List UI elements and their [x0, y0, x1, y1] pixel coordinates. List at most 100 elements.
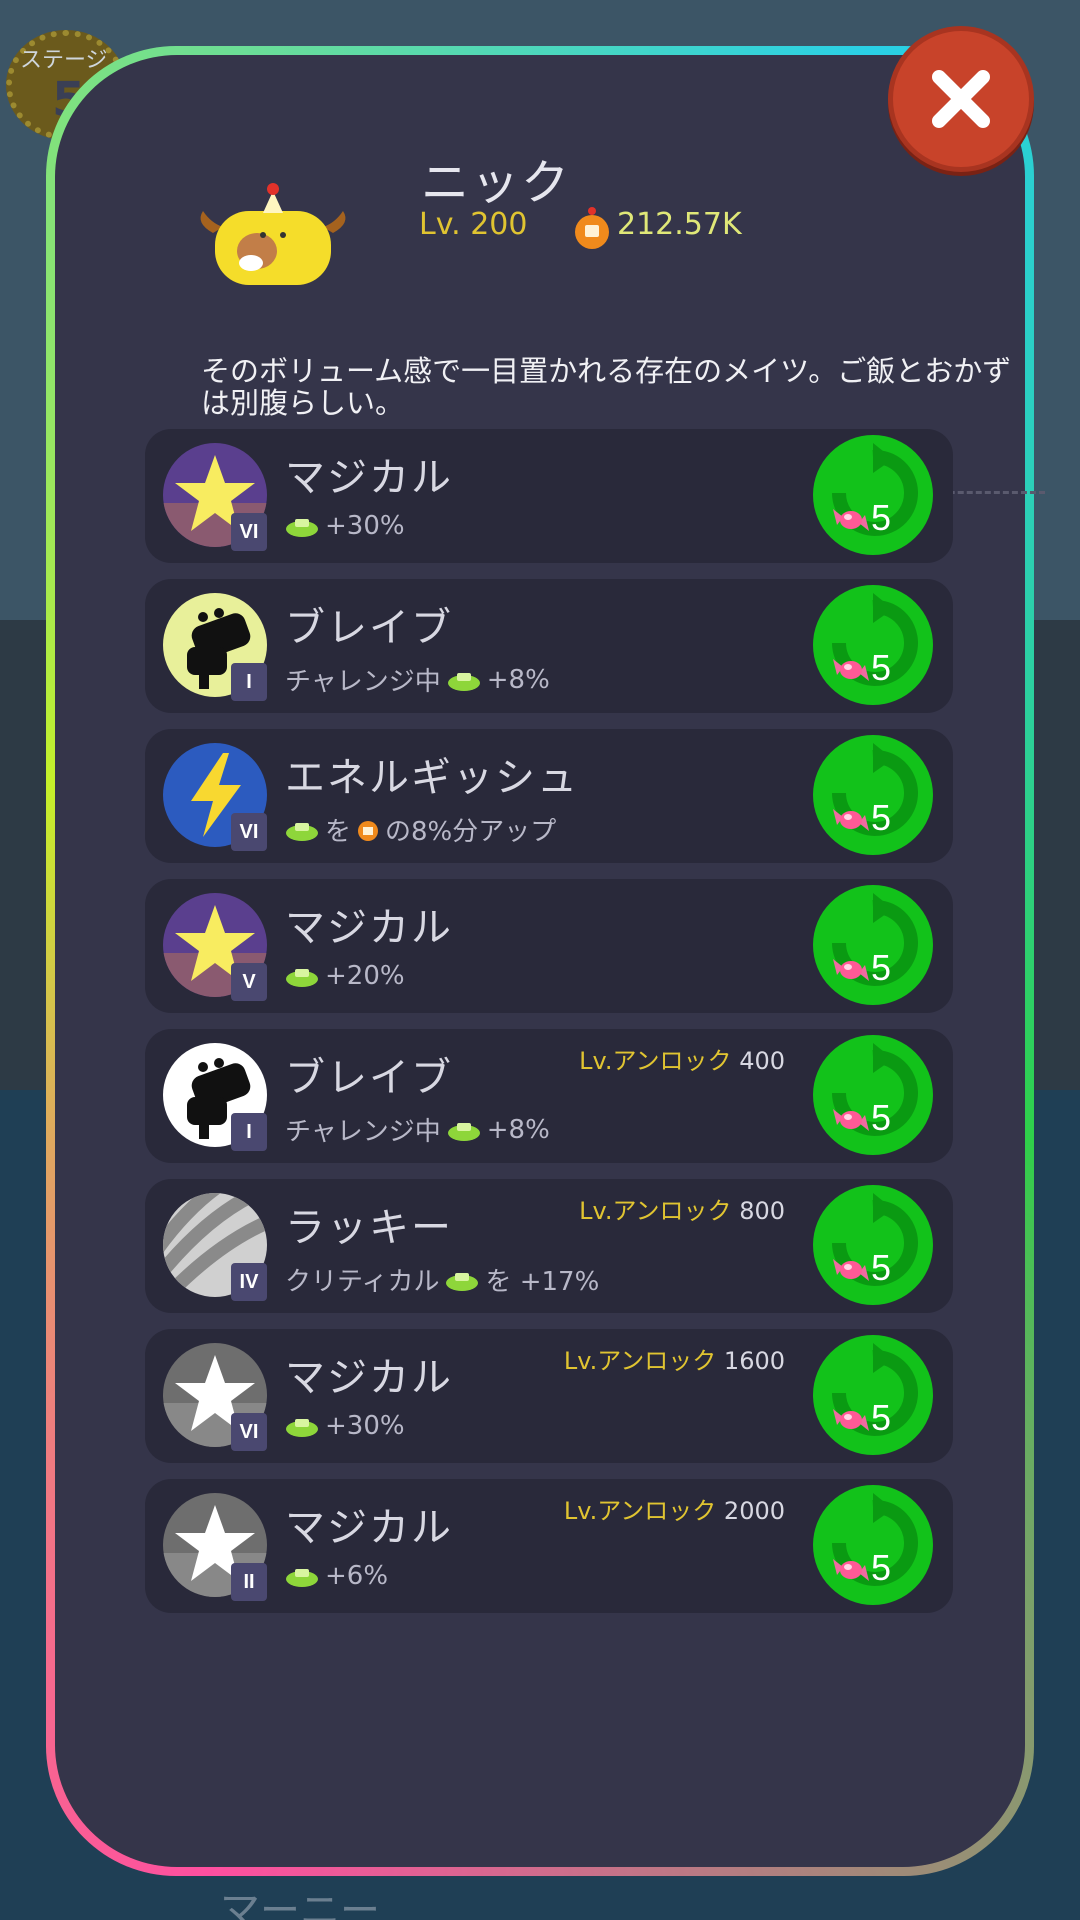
candy-icon — [833, 509, 869, 531]
reroll-cost: 5 — [871, 1097, 892, 1138]
power-icon — [286, 519, 318, 537]
background-bottom-label: マーニー — [220, 1888, 380, 1920]
effect-value: の8%分アップ — [385, 817, 557, 847]
skill-effect: +30% — [285, 511, 405, 541]
reroll-button[interactable]: 5 — [813, 1485, 933, 1605]
skill-rank: I — [231, 663, 267, 701]
skill-effect: を の8%分アップ — [285, 811, 556, 848]
candy-icon — [833, 1409, 869, 1431]
skill-rank: IV — [231, 1263, 267, 1301]
reroll-cost: 5 — [871, 1247, 892, 1288]
effect-prefix: チャレンジ中 — [285, 1117, 441, 1147]
unlock-label: Lv.アンロック — [563, 1347, 717, 1375]
power-icon — [286, 822, 318, 841]
skill-name: ラッキー — [285, 1205, 453, 1251]
reroll-cost: 5 — [871, 797, 892, 838]
power-icon — [446, 1272, 479, 1291]
unlock-label: Lv.アンロック — [579, 1047, 732, 1075]
effect-prefix: チャレンジ中 — [285, 667, 441, 697]
skill-name: マジカル — [285, 455, 453, 501]
unlock-label: Lv.アンロック — [563, 1497, 717, 1525]
skill-name: ブレイブ — [285, 1055, 453, 1101]
reroll-cost: 5 — [871, 497, 892, 538]
reroll-button[interactable]: 5 — [813, 1185, 933, 1305]
skill-card: IV ラッキー クリティカル を +17% Lv.アンロック 800 5 — [145, 1179, 953, 1313]
skill-card: I ブレイブ チャレンジ中 +8% Lv.アンロック 400 5 — [145, 1029, 953, 1163]
skill-card: VI マジカル +30% 5 — [145, 429, 953, 563]
effect-value: +30% — [325, 511, 405, 541]
close-button[interactable] — [888, 26, 1034, 172]
skill-rank: VI — [231, 513, 267, 551]
effect-prefix: クリティカル — [285, 1267, 440, 1297]
skill-card: V マジカル +20% 5 — [145, 879, 953, 1013]
effect-value: +6% — [325, 1561, 389, 1591]
unlock-requirement: Lv.アンロック 1600 — [564, 1341, 785, 1376]
skill-effect: チャレンジ中 +8% — [285, 1111, 550, 1148]
power-icon — [286, 1419, 318, 1437]
coin-icon — [573, 205, 611, 255]
skill-effect: +30% — [285, 1411, 405, 1441]
skill-card: VI エネルギッシュ を の8%分アップ 5 — [145, 729, 953, 863]
skill-rank: II — [231, 1563, 267, 1601]
effect-value: +8% — [486, 664, 550, 695]
skill-name: エネルギッシュ — [285, 755, 579, 801]
unlock-level: 800 — [739, 1197, 785, 1225]
effect-value: +8% — [486, 1114, 550, 1145]
effect-value: +20% — [325, 961, 405, 991]
power-icon — [447, 672, 480, 691]
skill-effect: チャレンジ中 +8% — [285, 661, 550, 698]
unlock-requirement: Lv.アンロック 800 — [579, 1191, 785, 1226]
skill-name: マジカル — [285, 1355, 453, 1401]
effect-value: +30% — [325, 1411, 405, 1441]
character-description: そのボリューム感で一目置かれる存在のメイツ。ご飯とおかずは別腹らしい。 — [201, 354, 1012, 420]
skill-name: マジカル — [285, 905, 453, 951]
skill-effect: +20% — [285, 961, 405, 991]
reroll-button[interactable]: 5 — [813, 885, 933, 1005]
reroll-button[interactable]: 5 — [813, 735, 933, 855]
candy-icon — [833, 959, 869, 981]
coin-value: 212.57K — [617, 207, 742, 242]
character-level: Lv. 200 — [419, 207, 528, 242]
effect-value: を +17% — [485, 1267, 600, 1297]
skill-card: VI マジカル +30% Lv.アンロック 1600 5 — [145, 1329, 953, 1463]
effect-mid: を — [325, 817, 352, 847]
unlock-label: Lv.アンロック — [579, 1197, 732, 1225]
candy-icon — [833, 659, 869, 681]
skill-card: I ブレイブ チャレンジ中 +8% 5 — [145, 579, 953, 713]
unlock-level: 2000 — [723, 1497, 785, 1525]
character-avatar-icon — [200, 183, 346, 285]
reroll-button[interactable]: 5 — [813, 1035, 933, 1155]
skill-rank: I — [231, 1113, 267, 1151]
candy-icon — [833, 1109, 869, 1131]
candy-icon — [833, 1259, 869, 1281]
modal-panel: ニック Lv. 200 212.57K そのボリューム感で一目置かれる存在のメイ… — [55, 55, 1045, 1867]
skill-effect: +6% — [285, 1561, 388, 1591]
character-avatar — [193, 183, 353, 297]
unlock-requirement: Lv.アンロック 2000 — [564, 1491, 785, 1526]
unlock-level: 1600 — [723, 1347, 785, 1375]
power-icon — [447, 1122, 480, 1141]
reroll-button[interactable]: 5 — [813, 435, 933, 555]
close-icon — [932, 70, 990, 128]
reroll-cost: 5 — [871, 647, 892, 688]
reroll-button[interactable]: 5 — [813, 585, 933, 705]
character-name: ニック — [421, 155, 572, 211]
reroll-cost: 5 — [871, 1547, 892, 1588]
skill-rank: VI — [231, 813, 267, 851]
candy-icon — [833, 1559, 869, 1581]
reroll-cost: 5 — [871, 1397, 892, 1438]
character-detail-modal: ニック Lv. 200 212.57K そのボリューム感で一目置かれる存在のメイ… — [46, 46, 1045, 1876]
skill-name: マジカル — [285, 1505, 453, 1551]
skill-effect: クリティカル を +17% — [285, 1261, 599, 1298]
reroll-button[interactable]: 5 — [813, 1335, 933, 1455]
coin-icon — [358, 820, 379, 841]
reroll-cost: 5 — [871, 947, 892, 988]
unlock-level: 400 — [739, 1047, 785, 1075]
stage-label: ステージ — [20, 48, 108, 73]
candy-icon — [833, 809, 869, 831]
skill-card: II マジカル +6% Lv.アンロック 2000 5 — [145, 1479, 953, 1613]
power-icon — [286, 969, 318, 987]
power-icon — [286, 1569, 318, 1587]
skill-rank: V — [231, 963, 267, 1001]
skill-name: ブレイブ — [285, 605, 453, 651]
